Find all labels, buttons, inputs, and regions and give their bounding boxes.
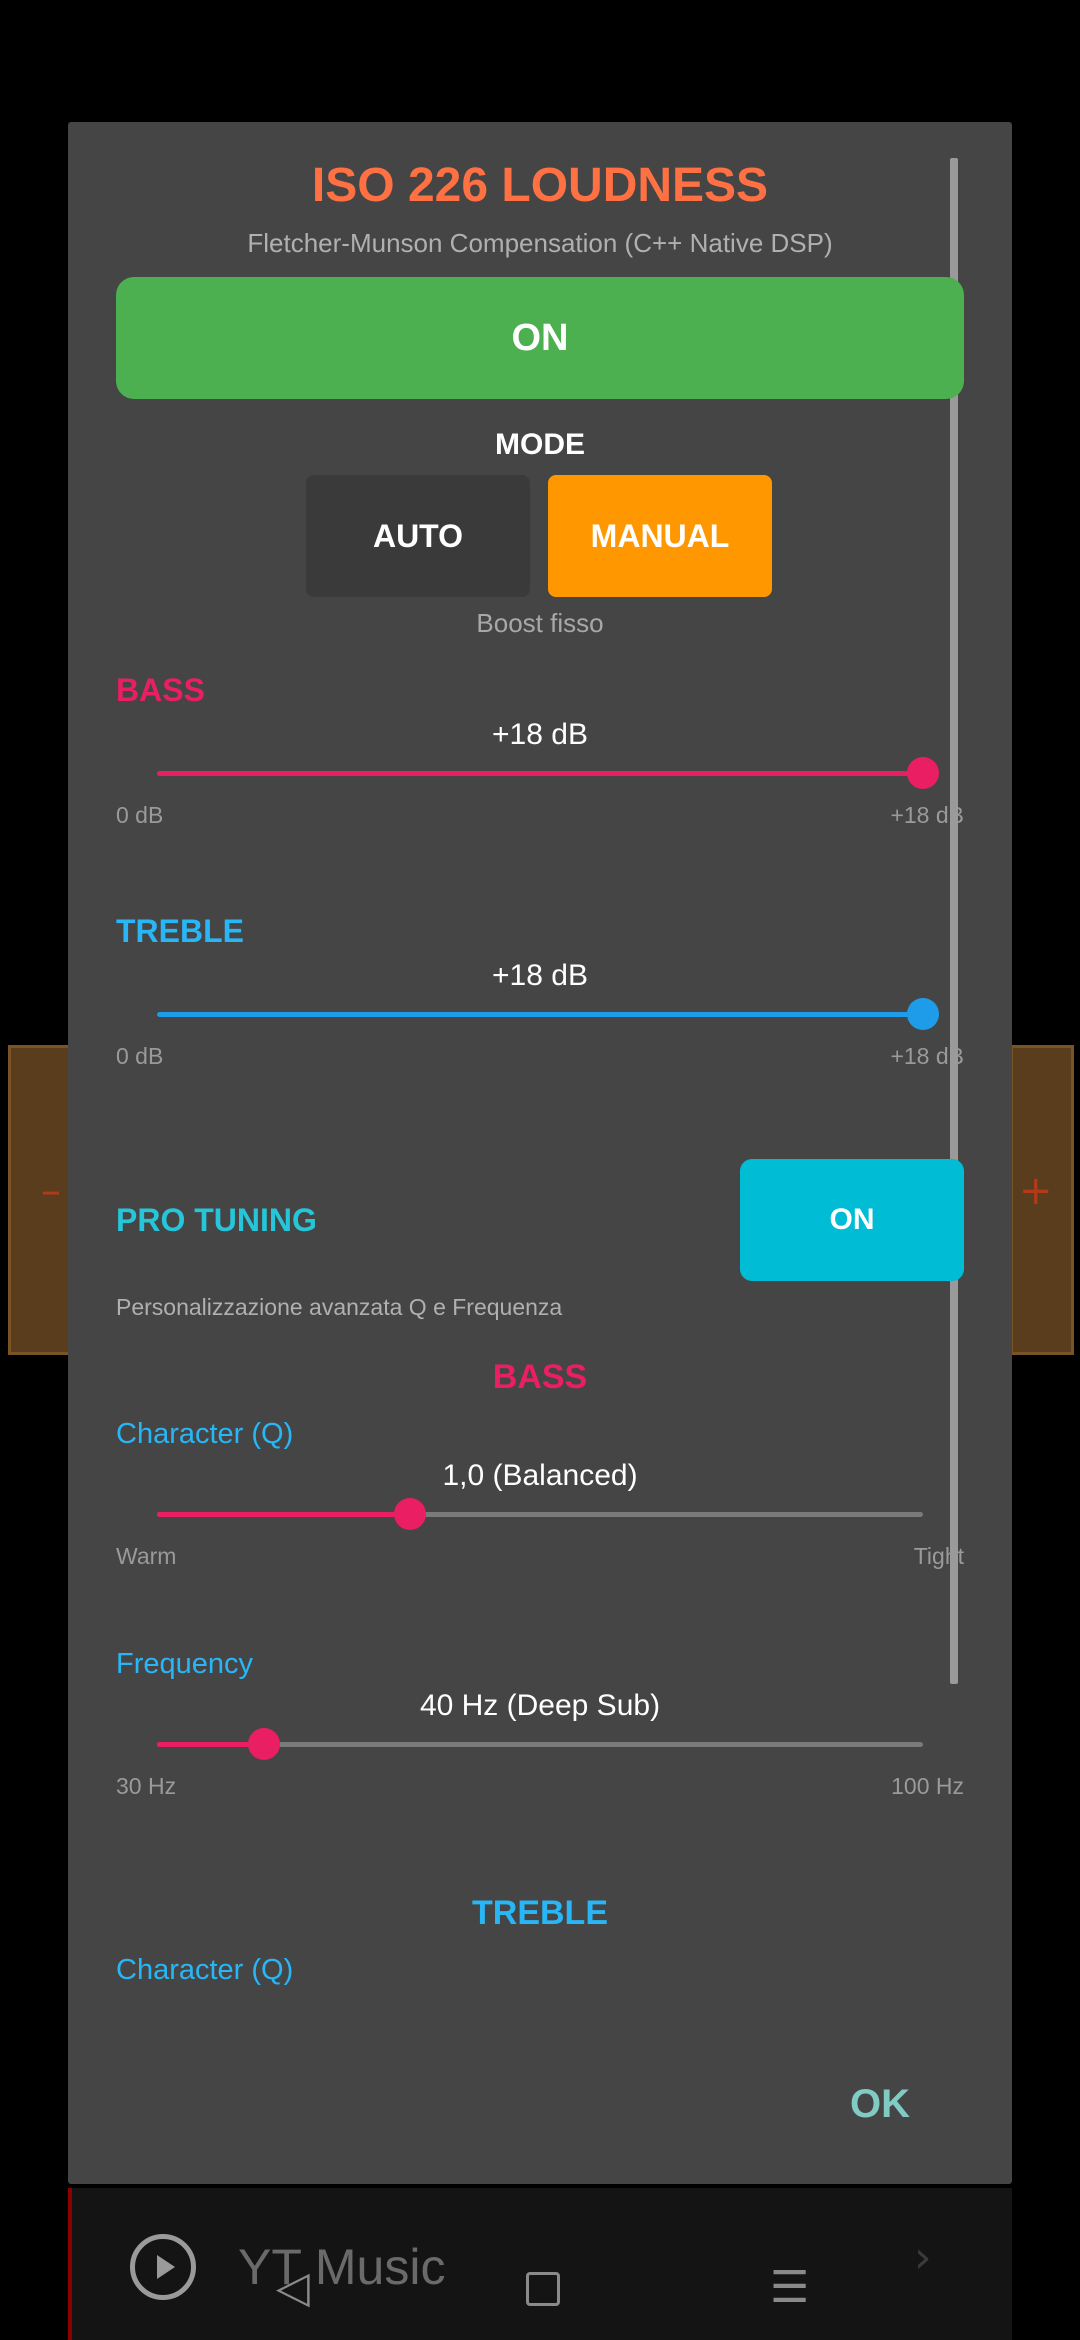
bass-value: +18 dB: [492, 718, 588, 751]
slider-thumb[interactable]: [907, 998, 939, 1030]
mini-player-bar[interactable]: YT Music ›: [68, 2188, 1012, 2340]
treble-max-label: +18 dB: [890, 1043, 964, 1069]
nav-back-icon[interactable]: ◁: [276, 2262, 310, 2313]
bass-frequency-value: 40 Hz (Deep Sub): [419, 1689, 661, 1722]
bass-label: BASS: [116, 672, 205, 708]
dialog-subtitle: Fletcher-Munson Compensation (C++ Native…: [247, 228, 833, 258]
mode-manual-button[interactable]: MANUAL: [548, 475, 772, 597]
bass-character-max-label: Tight: [913, 1543, 964, 1569]
pro-treble-heading: TREBLE: [472, 1894, 608, 1932]
nav-recents-icon[interactable]: ☰: [770, 2262, 809, 2313]
ok-button[interactable]: OK: [850, 2082, 910, 2127]
bass-frequency-label: Frequency: [116, 1648, 254, 1680]
bass-min-label: 0 dB: [116, 802, 164, 828]
pro-tuning-toggle-button[interactable]: ON: [740, 1159, 964, 1281]
treble-value: +18 dB: [492, 959, 588, 992]
mode-auto-button[interactable]: AUTO: [306, 475, 530, 597]
treble-character-label: Character (Q): [116, 1954, 294, 1986]
treble-label: TREBLE: [116, 913, 244, 949]
slider-fill[interactable]: [157, 771, 923, 776]
treble-min-label: 0 dB: [116, 1043, 164, 1069]
bass-character-label: Character (Q): [116, 1418, 294, 1450]
mini-player-title: YT Music: [238, 2239, 446, 2295]
dialog-title: ISO 226 LOUDNESS: [311, 159, 769, 212]
nav-home-icon[interactable]: [526, 2272, 560, 2306]
pro-tuning-label: PRO TUNING: [116, 1202, 317, 1238]
background-mark: +: [1019, 1168, 1053, 1214]
slider-thumb[interactable]: [393, 1498, 426, 1530]
background-card-right: +: [1010, 1045, 1074, 1355]
slider-thumb[interactable]: [907, 757, 939, 789]
slider-thumb[interactable]: [248, 1728, 281, 1760]
slider-fill[interactable]: [157, 1512, 410, 1517]
chevron-right-icon[interactable]: ›: [914, 2232, 932, 2283]
slider-fill[interactable]: [157, 1012, 923, 1017]
mode-label: MODE: [495, 428, 585, 461]
play-icon[interactable]: [130, 2234, 196, 2300]
bass-frequency-min-label: 30 Hz: [116, 1773, 177, 1799]
mode-hint: Boost fisso: [476, 608, 604, 638]
pro-tuning-description: Personalizzazione avanzata Q e Frequenza: [116, 1294, 563, 1320]
bass-max-label: +18 dB: [890, 802, 964, 828]
background-mark: –: [41, 1168, 61, 1214]
loudness-toggle-button[interactable]: ON: [116, 277, 964, 399]
bass-character-value: 1,0 (Balanced): [442, 1459, 638, 1492]
pro-bass-heading: BASS: [492, 1358, 588, 1396]
bass-character-min-label: Warm: [116, 1543, 177, 1569]
bass-frequency-max-label: 100 Hz: [891, 1773, 964, 1799]
